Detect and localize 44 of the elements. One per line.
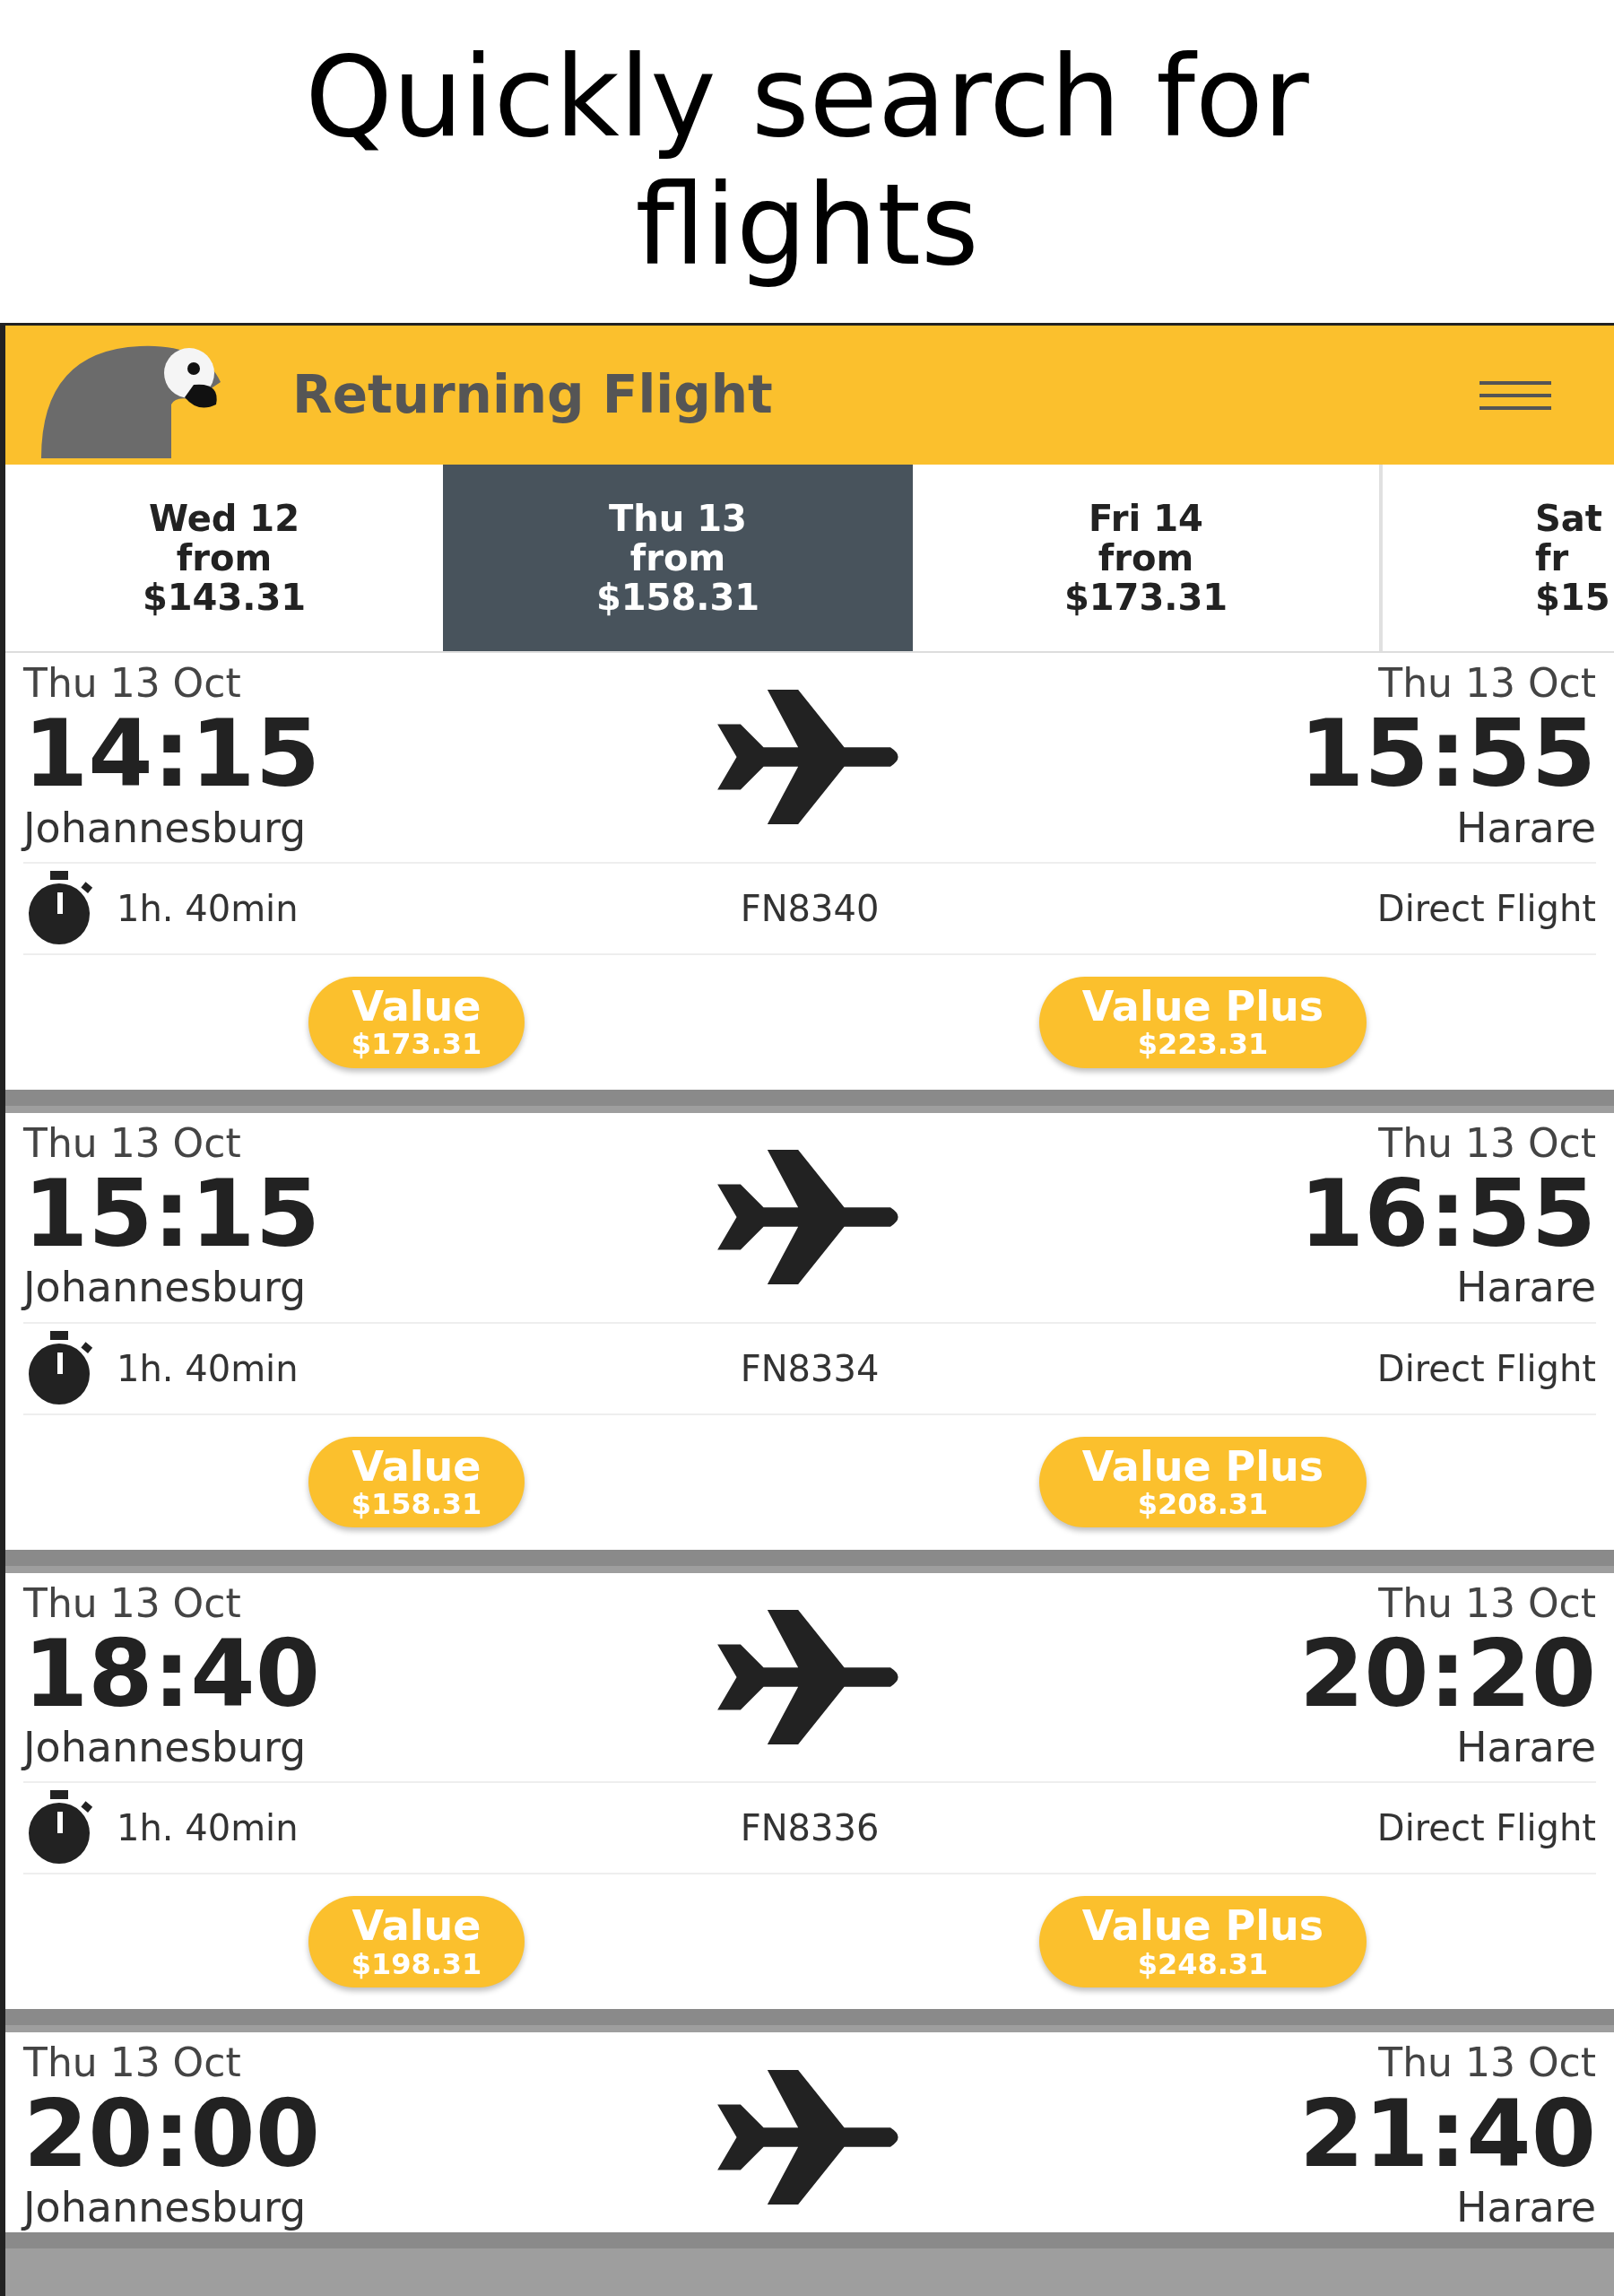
- arrival-time: 16:55: [1298, 1165, 1596, 1264]
- tab-price: $158.31: [595, 578, 760, 617]
- departure-date: Thu 13 Oct: [23, 662, 241, 706]
- flight-stops: Direct Flight: [1375, 1806, 1596, 1851]
- destination-city: Harare: [1455, 1723, 1596, 1773]
- departure-time: 14:15: [23, 705, 321, 804]
- flight-stops: Direct Flight: [1375, 886, 1596, 931]
- flight-duration: 1h. 40min: [117, 1346, 299, 1391]
- arrival-date: Thu 13 Oct: [1378, 2041, 1596, 2085]
- flight-duration: 1h. 40min: [117, 886, 299, 931]
- arrival-date: Thu 13 Oct: [1378, 1121, 1596, 1166]
- flight-stops: Direct Flight: [1375, 1346, 1596, 1391]
- flight-number: FN8334: [740, 1346, 880, 1391]
- tab-day: Thu 13: [609, 499, 747, 538]
- date-tab[interactable]: Thu 13 from $158.31: [443, 465, 913, 651]
- tab-price: $173.31: [1063, 578, 1228, 617]
- departure-time: 20:00: [23, 2084, 321, 2183]
- departure-date: Thu 13 Oct: [23, 2041, 241, 2085]
- tab-from: from: [629, 538, 726, 578]
- departure-date: Thu 13 Oct: [23, 1121, 241, 1166]
- flight-number: FN8336: [740, 1806, 880, 1851]
- destination-city: Harare: [1455, 1263, 1596, 1313]
- tab-from: from: [1098, 538, 1194, 578]
- tab-day: Fri 14: [1089, 499, 1203, 538]
- departure-time: 15:15: [23, 1165, 321, 1264]
- tab-from: from: [176, 538, 273, 578]
- headline: Quickly search for flights: [304, 33, 1310, 290]
- departure-date: Thu 13 Oct: [23, 1581, 241, 1625]
- arrival-time: 20:20: [1298, 1624, 1596, 1724]
- arrival-date: Thu 13 Oct: [1378, 1581, 1596, 1625]
- arrival-date: Thu 13 Oct: [1378, 662, 1596, 706]
- destination-city: Harare: [1455, 2182, 1596, 2233]
- arrival-time: 21:40: [1298, 2084, 1596, 2183]
- arrival-time: 15:55: [1298, 705, 1596, 804]
- app-bar-title: Returning Flight: [292, 363, 774, 427]
- tab-day: Sat: [1535, 499, 1602, 538]
- tab-price: $143.31: [142, 578, 307, 617]
- tab-day: Wed 12: [148, 499, 299, 538]
- tab-price: $15: [1535, 578, 1610, 617]
- tab-from: fr: [1535, 538, 1569, 578]
- flight-number: FN8340: [740, 886, 880, 931]
- destination-city: Harare: [1455, 803, 1596, 853]
- flight-duration: 1h. 40min: [117, 1806, 299, 1851]
- departure-time: 18:40: [23, 1624, 321, 1724]
